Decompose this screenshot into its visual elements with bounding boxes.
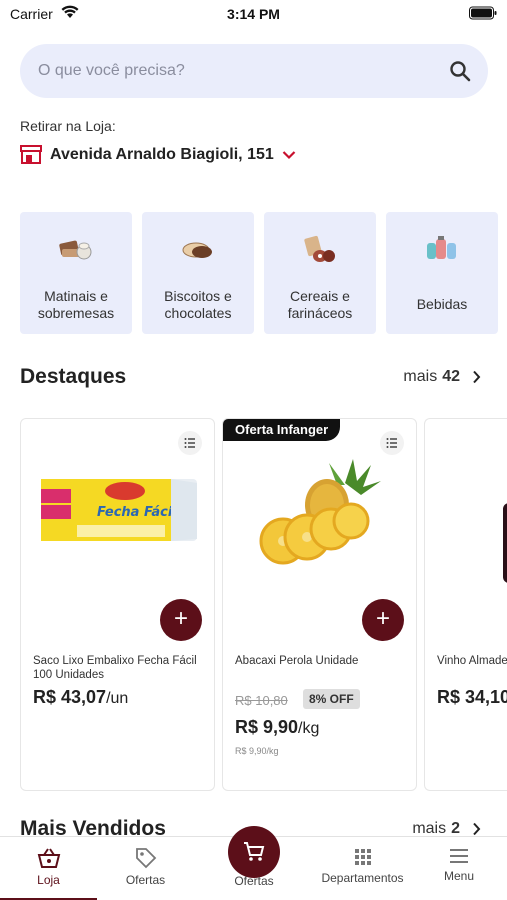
tab-ofertas[interactable]: Ofertas — [97, 837, 194, 900]
battery-icon — [469, 6, 497, 20]
product-name: Saco Lixo Embalixo Fecha Fácil 100 Unida… — [33, 655, 197, 681]
more-label: mais — [403, 368, 438, 385]
cart-button[interactable] — [228, 826, 280, 878]
category-label: Cereais e farináceos — [287, 288, 353, 321]
product-price: R$ 34,10 — [437, 687, 507, 707]
add-to-cart-button[interactable]: + — [160, 599, 202, 641]
svg-text:Fecha Fácil: Fecha Fácil — [97, 505, 177, 520]
product-price: R$ 43,07 — [33, 687, 107, 707]
old-price: R$ 10,80 — [235, 693, 288, 708]
list-icon[interactable] — [380, 431, 404, 455]
tab-departamentos[interactable]: Departamentos — [300, 837, 425, 900]
product-name: Vinho Almade Sauvignin Tin — [437, 655, 507, 667]
add-to-cart-button[interactable]: + — [362, 599, 404, 641]
pineapple-image — [259, 459, 381, 565]
price-row: R$ 43,07 /un — [33, 687, 128, 708]
pickup-label: Retirar na Loja: — [20, 118, 116, 134]
list-icon[interactable] — [178, 431, 202, 455]
store-name: Avenida Arnaldo Biagioli, 151 — [50, 146, 274, 163]
breakfast-icon — [59, 240, 92, 260]
store-icon — [20, 145, 42, 164]
more-count: 42 — [442, 368, 460, 385]
cart-icon — [244, 842, 265, 861]
price-row: R$ 9,90 /kg — [235, 717, 319, 738]
grid-icon — [354, 849, 371, 865]
tab-label: Departamentos — [321, 871, 404, 885]
product-name: Abacaxi Perola Unidade — [235, 655, 359, 667]
category-label: Bebidas — [416, 296, 468, 312]
cereal-icon — [304, 235, 335, 262]
tag-icon — [135, 848, 156, 869]
product-unit: /un — [106, 690, 129, 707]
status-bar: Carrier 3:14 PM — [0, 0, 507, 30]
tab-label: Loja — [37, 873, 60, 887]
menu-icon — [450, 849, 468, 863]
highlights-more-link[interactable]: mais 42 — [403, 368, 481, 386]
drinks-icon — [427, 236, 456, 259]
store-selector[interactable]: Avenida Arnaldo Biagioli, 151 — [20, 143, 296, 167]
chevron-down-icon — [282, 151, 296, 160]
search-icon[interactable] — [448, 59, 472, 83]
tab-label: Ofertas — [125, 873, 166, 887]
category-matinais[interactable]: Matinais e sobremesas — [20, 212, 132, 334]
price-row: R$ 34,10 — [437, 687, 507, 708]
trash-bag-package-image: Fecha Fácil — [41, 479, 197, 541]
chevron-right-icon — [473, 370, 481, 384]
category-cereais[interactable]: Cereais e farináceos — [264, 212, 376, 334]
chevron-right-icon — [473, 822, 481, 836]
cookie-icon — [182, 242, 212, 258]
search-input[interactable]: O que você precisa? — [20, 44, 488, 98]
category-biscoitos[interactable]: Biscoitos e chocolates — [142, 212, 254, 334]
discount-badge: 8% OFF — [303, 689, 360, 709]
product-card[interactable]: Oferta Infanger + Abacaxi Perola Unidade… — [222, 418, 417, 791]
product-unit: /kg — [298, 720, 320, 737]
wine-bottle-image — [503, 503, 507, 583]
unit-price: R$ 9,90/kg — [235, 746, 279, 756]
tab-label: Menu — [443, 869, 475, 883]
basket-icon — [37, 848, 60, 868]
category-label: Matinais e sobremesas — [37, 288, 115, 321]
product-card[interactable]: Fecha Fácil + Saco Lixo Embalixo Fecha F… — [20, 418, 215, 791]
clock: 3:14 PM — [227, 6, 280, 22]
tab-menu[interactable]: Menu — [425, 837, 493, 900]
offer-badge: Oferta Infanger — [223, 419, 341, 441]
category-label: Biscoitos e chocolates — [164, 288, 232, 321]
highlights-title: Destaques — [20, 365, 127, 388]
product-price: R$ 9,90 — [235, 717, 299, 737]
search-placeholder: O que você precisa? — [38, 62, 185, 79]
cart-tab-label: Ofertas — [234, 874, 274, 888]
tab-loja[interactable]: Loja — [0, 837, 97, 900]
category-bebidas[interactable]: Bebidas — [386, 212, 498, 334]
product-card[interactable]: Vinho Almade Sauvignin Tin R$ 34,10 — [424, 418, 507, 791]
